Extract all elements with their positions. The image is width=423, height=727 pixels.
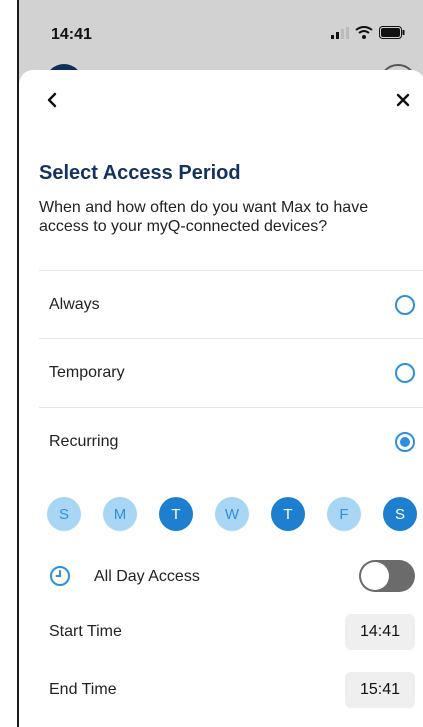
clock-icon bbox=[50, 566, 70, 586]
phone-screen: 14:41 Select Access Period When and how … bbox=[17, 0, 423, 727]
start-time-row: Start Time 14:41 bbox=[39, 608, 423, 658]
start-time-picker[interactable]: 14:41 bbox=[345, 614, 415, 650]
end-time-picker[interactable]: 15:41 bbox=[345, 672, 415, 708]
day-tuesday[interactable]: T bbox=[159, 497, 193, 531]
end-time-label: End Time bbox=[49, 681, 117, 698]
page-description: When and how often do you want Max to ha… bbox=[39, 199, 369, 235]
weekday-selector: S M T W T F S bbox=[47, 497, 417, 531]
all-day-access-row: All Day Access bbox=[39, 553, 423, 601]
day-friday[interactable]: F bbox=[327, 497, 361, 531]
battery-icon bbox=[379, 26, 405, 39]
day-saturday[interactable]: S bbox=[383, 497, 417, 531]
option-label: Always bbox=[49, 296, 100, 313]
day-sunday[interactable]: S bbox=[47, 497, 81, 531]
all-day-access-toggle[interactable] bbox=[359, 560, 415, 592]
day-thursday[interactable]: T bbox=[271, 497, 305, 531]
end-time-row: End Time 15:41 bbox=[39, 666, 423, 716]
all-day-access-label: All Day Access bbox=[94, 568, 200, 585]
access-period-sheet: Select Access Period When and how often … bbox=[19, 70, 423, 727]
chevron-left-icon[interactable] bbox=[41, 88, 65, 112]
option-recurring[interactable]: Recurring bbox=[39, 407, 423, 475]
day-wednesday[interactable]: W bbox=[215, 497, 249, 531]
toggle-knob bbox=[361, 562, 389, 590]
signal-icon bbox=[331, 26, 349, 39]
radio-always[interactable] bbox=[395, 295, 415, 315]
wifi-icon bbox=[355, 26, 373, 39]
start-time-label: Start Time bbox=[49, 623, 122, 640]
page-title: Select Access Period bbox=[39, 162, 241, 184]
option-label: Recurring bbox=[49, 433, 119, 450]
close-icon[interactable] bbox=[391, 88, 415, 112]
day-monday[interactable]: M bbox=[103, 497, 137, 531]
option-label: Temporary bbox=[49, 364, 125, 381]
radio-temporary[interactable] bbox=[395, 363, 415, 383]
radio-recurring[interactable] bbox=[395, 432, 415, 452]
status-bar: 14:41 bbox=[19, 0, 423, 68]
status-icons bbox=[331, 26, 405, 39]
status-time: 14:41 bbox=[51, 26, 92, 43]
option-always[interactable]: Always bbox=[39, 270, 423, 338]
option-temporary[interactable]: Temporary bbox=[39, 338, 423, 406]
